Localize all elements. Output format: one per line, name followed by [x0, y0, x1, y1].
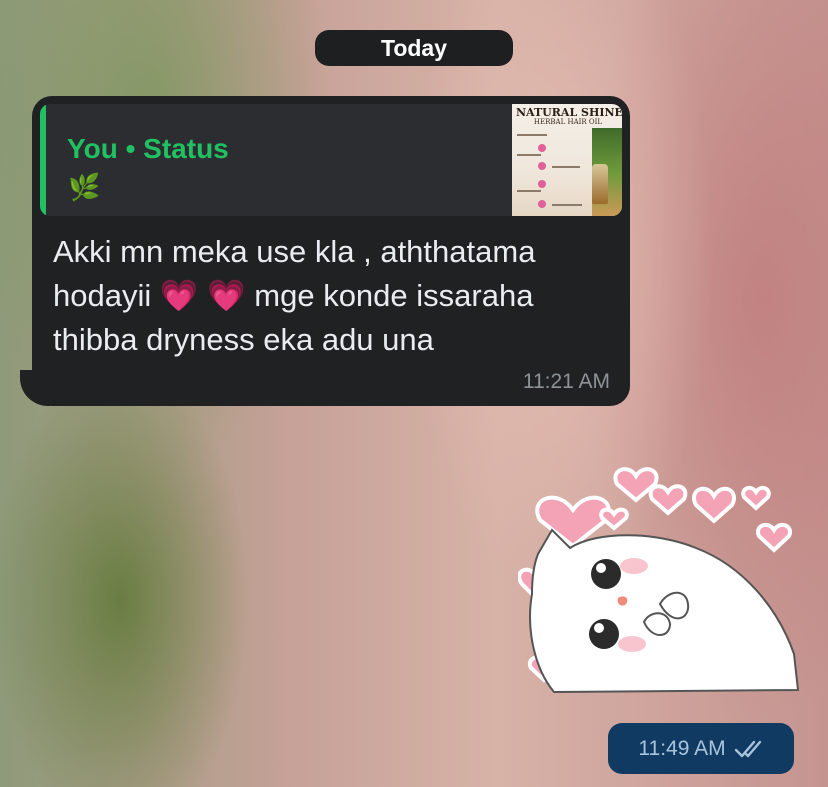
quote-accent-bar — [40, 104, 46, 216]
status-reply-quote[interactable]: You • Status 🌿 NATURAL SHINE HERBAL HAIR… — [40, 104, 622, 216]
date-separator: Today — [315, 30, 513, 66]
thumbnail-text-line — [517, 154, 541, 156]
thumbnail-text-line — [517, 134, 547, 136]
quote-title: You • Status — [67, 133, 229, 164]
date-separator-label: Today — [380, 34, 448, 61]
thumbnail-text-line — [552, 166, 580, 168]
thumbnail-dot — [538, 180, 546, 188]
status-thumbnail[interactable]: NATURAL SHINE HERBAL HAIR OIL — [512, 104, 622, 216]
thumbnail-dot — [538, 162, 546, 170]
thumbnail-bottle — [592, 164, 608, 204]
cat-sticker[interactable] — [517, 458, 808, 704]
thumbnail-dot — [538, 200, 546, 208]
outgoing-message-bubble[interactable]: 11:49 AM — [608, 723, 794, 774]
thumbnail-text-line — [517, 190, 541, 192]
thumbnail-dot — [538, 144, 546, 152]
incoming-message-time: 11:21 AM — [522, 370, 610, 393]
outgoing-message-time: 11:49 AM — [638, 736, 726, 760]
thumbnail-text-line — [552, 204, 582, 206]
thumbnail-subtitle: HERBAL HAIR OIL — [533, 118, 603, 126]
incoming-message-text: Akki mn meka use kla , aththatama hodayi… — [53, 234, 536, 357]
incoming-message-bubble[interactable]: You • Status 🌿 NATURAL SHINE HERBAL HAIR… — [32, 96, 630, 406]
cat-with-hearts-sticker-icon — [517, 467, 800, 694]
double-check-icon — [734, 739, 764, 759]
quote-emoji: 🌿 — [68, 172, 101, 202]
